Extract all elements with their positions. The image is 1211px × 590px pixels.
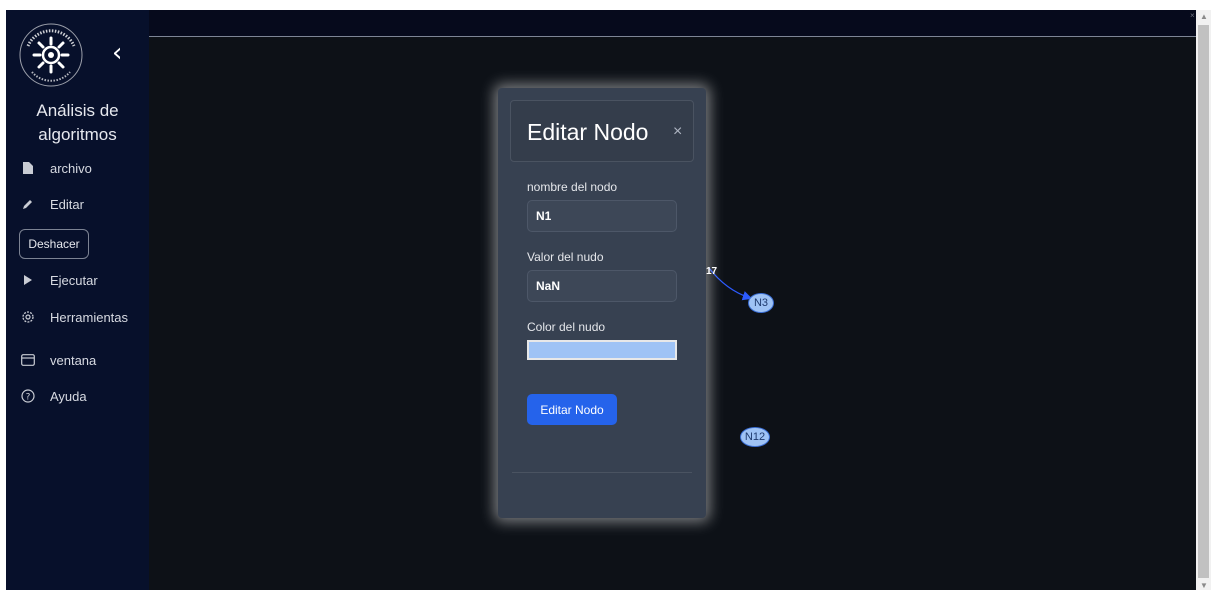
app-title: Análisis de algoritmos	[36, 101, 119, 144]
sidebar-item-ventana[interactable]: ventana	[20, 349, 96, 371]
app-window: ‹ Análisis de algoritmos archivo Editar …	[6, 10, 1196, 590]
window-close-icon[interactable]: ×	[1190, 11, 1195, 20]
svg-text:?: ?	[26, 393, 31, 403]
vertical-scrollbar[interactable]: ▲ ▼	[1196, 10, 1211, 590]
edit-node-modal: Editar Nodo × nombre del nodo Valor del …	[498, 88, 706, 518]
edge-weight-label: 17	[706, 266, 718, 277]
node-name-label: nombre del nodo	[527, 180, 618, 194]
graph-node-n3[interactable]: N3	[748, 293, 774, 313]
sidebar-item-ayuda[interactable]: ? Ayuda	[20, 385, 87, 407]
scroll-up-icon[interactable]: ▲	[1200, 12, 1208, 21]
edit-node-button[interactable]: Editar Nodo	[527, 394, 617, 425]
sidebar-item-label: archivo	[50, 160, 92, 176]
node-name-input[interactable]	[527, 200, 677, 232]
sidebar-item-ejecutar[interactable]: Ejecutar	[20, 269, 98, 291]
chevron-left-icon[interactable]: ‹	[112, 40, 122, 66]
node-value-label: Valor del nudo	[527, 250, 604, 264]
node-value-input[interactable]	[527, 270, 677, 302]
sidebar-item-archivo[interactable]: archivo	[20, 157, 92, 179]
play-icon	[20, 272, 36, 288]
help-icon: ?	[20, 388, 36, 404]
sidebar-item-label: Ayuda	[50, 388, 87, 404]
modal-header: Editar Nodo ×	[510, 100, 694, 162]
sidebar-item-label: Herramientas	[50, 309, 129, 325]
file-icon	[20, 160, 36, 176]
sidebar-item-editar[interactable]: Editar	[20, 193, 84, 215]
close-icon[interactable]: ×	[673, 123, 682, 141]
modal-title: Editar Nodo	[527, 119, 649, 145]
pencil-icon	[20, 196, 36, 212]
scrollbar-thumb[interactable]	[1198, 25, 1209, 578]
node-color-picker[interactable]	[527, 340, 677, 360]
deshacer-button[interactable]: Deshacer	[19, 229, 89, 259]
university-logo	[19, 23, 83, 87]
sidebar-item-label: ventana	[50, 352, 97, 368]
sidebar: ‹ Análisis de algoritmos archivo Editar …	[6, 10, 149, 590]
sidebar-item-label: Editar	[50, 196, 84, 212]
top-bar	[149, 10, 1196, 37]
sidebar-item-label: Ejecutar	[50, 272, 98, 288]
modal-footer-divider	[512, 472, 692, 473]
gear-icon	[20, 309, 36, 325]
window-icon	[20, 352, 36, 368]
scroll-down-icon[interactable]: ▼	[1200, 581, 1208, 590]
node-color-label: Color del nudo	[527, 320, 606, 334]
graph-node-n12[interactable]: N12	[740, 427, 770, 447]
sidebar-item-herramientas[interactable]: Herramientas	[20, 306, 128, 328]
